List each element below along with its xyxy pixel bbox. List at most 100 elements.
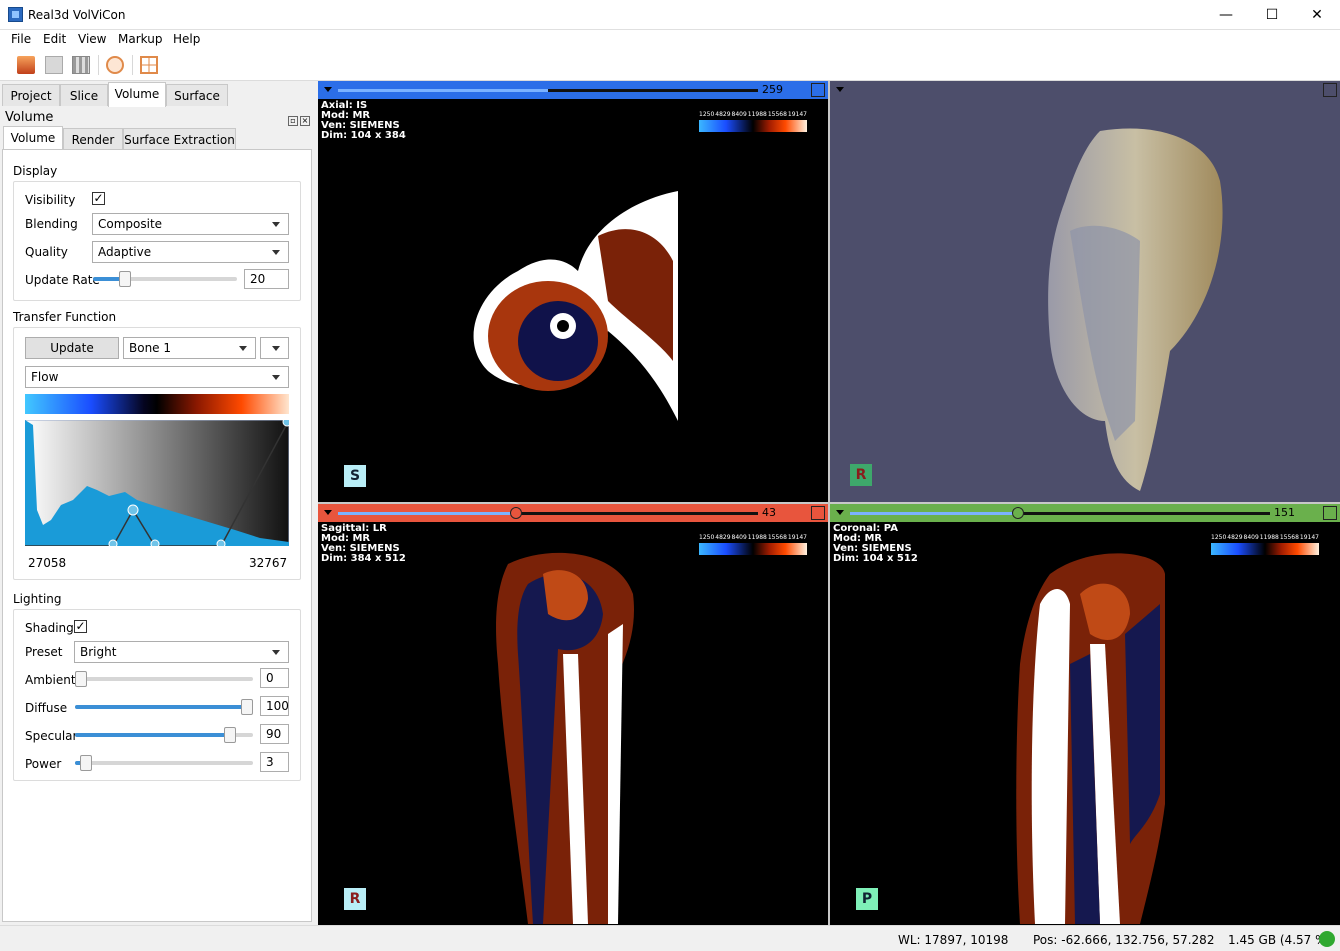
diffuse-handle[interactable] — [241, 699, 253, 715]
sagittal-slice-number[interactable]: 43 — [758, 506, 808, 520]
ambient-handle[interactable] — [75, 671, 87, 687]
range-max-label: 32767 — [249, 556, 288, 570]
menu-edit[interactable]: Edit — [43, 32, 66, 46]
window-title: Real3d VolViCon — [28, 8, 126, 22]
coronal-slice-number[interactable]: 151 — [1270, 506, 1320, 520]
axial-slice-track-fill — [338, 89, 548, 92]
subtab-surface-extraction[interactable]: Surface Extraction — [123, 128, 236, 150]
layout-icon[interactable] — [140, 56, 158, 74]
coronal-dim-text: Dim: 104 x 512 — [833, 553, 918, 564]
ambient-spinbox[interactable]: 0 — [260, 668, 289, 688]
coronal-menu-arrow-icon[interactable] — [836, 510, 844, 515]
coronal-colorbar: 1250 4829 8409 11988 15568 19147 — [1211, 534, 1319, 555]
coronal-maximize-icon[interactable] — [1323, 506, 1337, 520]
close-dock-icon[interactable]: × — [300, 116, 310, 126]
tab-volume[interactable]: Volume — [108, 82, 166, 107]
diffuse-slider[interactable] — [75, 699, 253, 715]
status-bar: WL: 17897, 10198 Pos: -62.666, 132.756, … — [0, 925, 1340, 951]
lighting-preset-select[interactable]: Bright — [74, 641, 289, 663]
viewport-grid: 259 Axial: IS Mod: MR Ven: SIEMENS Dim: 104… — [318, 81, 1340, 925]
axial-orientation-cube[interactable]: S — [344, 465, 366, 487]
coronal-viewport[interactable]: 151 Coronal: PA Mod: MR Ven: SIEMENS Dim: 1… — [830, 504, 1340, 925]
axial-maximize-icon[interactable] — [811, 83, 825, 97]
sagittal-slice-knob[interactable] — [510, 507, 522, 519]
quality-select[interactable]: Adaptive — [92, 241, 289, 263]
sagittal-viewport[interactable]: 43 Sagittal: LR Mod: MR Ven: SIEMENS Dim: 3… — [318, 504, 828, 925]
sagittal-maximize-icon[interactable] — [811, 506, 825, 520]
colorbar-tick: 4829 — [1227, 534, 1243, 541]
diffuse-spinbox[interactable]: 100 — [260, 696, 289, 716]
ambient-slider[interactable] — [75, 671, 253, 687]
shading-checkbox[interactable]: ✓ — [74, 620, 87, 633]
power-slider[interactable] — [75, 755, 253, 771]
tf-preset-select[interactable]: Bone 1 — [123, 337, 256, 359]
tf-node[interactable] — [127, 504, 139, 516]
display-section-label: Display — [13, 164, 58, 178]
transfer-function-editor[interactable] — [25, 420, 289, 546]
axial-menu-arrow-icon[interactable] — [324, 87, 332, 92]
specular-spinbox[interactable]: 90 — [260, 724, 289, 744]
colorbar-gradient — [699, 543, 807, 555]
specular-handle[interactable] — [224, 727, 236, 743]
update-button[interactable]: Update — [25, 337, 119, 359]
update-rate-slider[interactable] — [93, 271, 237, 287]
render-3d-orientation-cube[interactable]: R — [850, 464, 872, 486]
colorbar-tick: 8409 — [731, 534, 747, 541]
colorbar-gradient — [699, 120, 807, 132]
colorbar-tick: 11988 — [747, 111, 767, 118]
transfer-section-label: Transfer Function — [13, 310, 117, 324]
copy-icon[interactable] — [45, 56, 63, 74]
tab-project[interactable]: Project — [2, 84, 60, 106]
menu-markup[interactable]: Markup — [118, 32, 162, 46]
subtab-render[interactable]: Render — [63, 128, 123, 150]
tf-node[interactable] — [282, 420, 289, 427]
maximize-button[interactable]: ☐ — [1249, 0, 1295, 30]
render-3d-maximize-icon[interactable] — [1323, 83, 1337, 97]
menu-file[interactable]: File — [11, 32, 31, 46]
tf-node[interactable] — [216, 539, 226, 546]
colorbar-tick: 19147 — [1299, 534, 1319, 541]
dock-buttons: ▫ × — [286, 112, 310, 126]
subtab-volume[interactable]: Volume — [3, 126, 63, 151]
tf-options-button[interactable] — [260, 337, 289, 359]
colormap-select[interactable]: Flow — [25, 366, 289, 388]
coronal-orientation-cube[interactable]: P — [856, 888, 878, 910]
render-3d-viewport[interactable]: R — [830, 81, 1340, 502]
power-spinbox[interactable]: 3 — [260, 752, 289, 772]
coronal-slice-track-fill — [850, 512, 1018, 515]
tab-slice[interactable]: Slice — [60, 84, 108, 106]
sagittal-menu-arrow-icon[interactable] — [324, 510, 332, 515]
menu-view[interactable]: View — [78, 32, 106, 46]
coronal-info: Coronal: PA Mod: MR Ven: SIEMENS Dim: 104 x… — [833, 524, 918, 564]
open-icon[interactable] — [17, 56, 35, 74]
coronal-slice-knob[interactable] — [1012, 507, 1024, 519]
colorbar-tick: 8409 — [1243, 534, 1259, 541]
tab-surface[interactable]: Surface — [166, 84, 228, 106]
power-handle[interactable] — [80, 755, 92, 771]
power-label: Power — [25, 757, 62, 771]
float-icon[interactable]: ▫ — [288, 116, 298, 126]
colorbar-tick: 11988 — [1259, 534, 1279, 541]
tf-node[interactable] — [150, 539, 160, 546]
update-rate-handle[interactable] — [119, 271, 131, 287]
visibility-checkbox[interactable]: ✓ — [92, 192, 105, 205]
axial-slice-number[interactable]: 259 — [758, 83, 808, 97]
minimize-button[interactable]: — — [1203, 0, 1249, 30]
blending-select[interactable]: Composite — [92, 213, 289, 235]
close-button[interactable]: ✕ — [1294, 0, 1340, 30]
sphere-icon[interactable] — [106, 56, 124, 74]
volume-settings: Display Visibility ✓ Blending Composite … — [2, 149, 312, 922]
axial-viewport[interactable]: 259 Axial: IS Mod: MR Ven: SIEMENS Dim: 104… — [318, 81, 828, 502]
update-rate-spinbox[interactable]: 20 — [244, 269, 289, 289]
render-3d-menu-arrow-icon[interactable] — [836, 87, 844, 92]
sagittal-orientation-cube[interactable]: R — [344, 888, 366, 910]
axial-slice-bar: 259 — [318, 81, 828, 99]
colorbar-gradient — [1211, 543, 1319, 555]
colorbar-tick: 11988 — [747, 534, 767, 541]
specular-label: Specular — [25, 729, 78, 743]
specular-slider[interactable] — [75, 727, 253, 743]
menu-help[interactable]: Help — [173, 32, 200, 46]
axial-dim-text: Dim: 104 x 384 — [321, 130, 406, 141]
volume-icon[interactable] — [72, 56, 90, 74]
tf-node[interactable] — [108, 539, 118, 546]
